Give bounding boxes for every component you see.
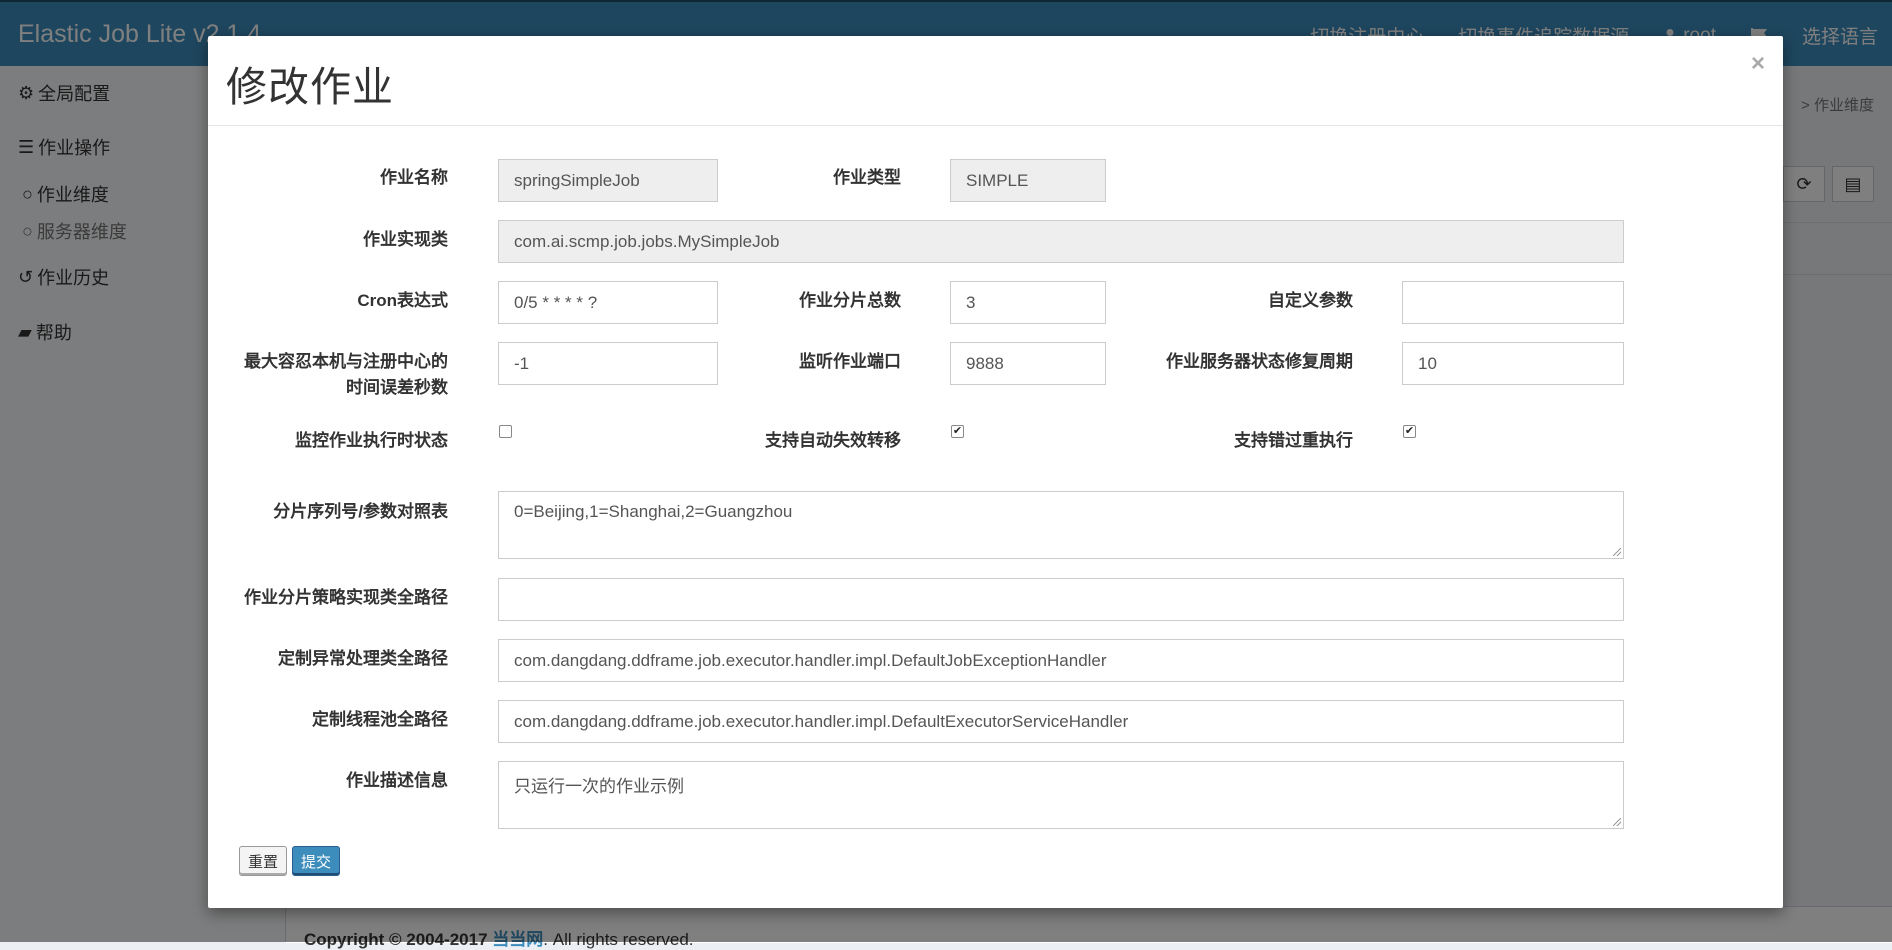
sharding-total-label: 作业分片总数: [799, 291, 901, 310]
monitor-port-label: 监听作业端口: [799, 352, 901, 371]
sharding-params-value: 0=Beijing,1=Shanghai,2=Guangzhou: [514, 502, 793, 521]
job-parameter-label: 自定义参数: [1268, 291, 1353, 310]
job-type-input[interactable]: SIMPLE: [950, 159, 1106, 202]
reset-button[interactable]: 重置: [239, 846, 288, 876]
monitor-execution-label: 监控作业执行时状态: [295, 431, 448, 450]
misfire-checkbox[interactable]: ✔: [1403, 425, 1416, 438]
executor-handler-label: 定制线程池全路径: [312, 710, 448, 729]
failover-label: 支持自动失效转移: [765, 431, 901, 450]
job-class-label: 作业实现类: [363, 230, 448, 249]
sharding-params-label: 分片序列号/参数对照表: [273, 502, 448, 521]
monitor-port-input[interactable]: 9888: [950, 342, 1106, 385]
job-name-input[interactable]: springSimpleJob: [498, 159, 718, 202]
strategy-class-input[interactable]: [498, 578, 1624, 621]
max-time-diff-label-line2: 时间误差秒数: [346, 378, 448, 397]
max-time-diff-label: 最大容忍本机与注册中心的 时间误差秒数: [228, 350, 448, 400]
exception-handler-input[interactable]: com.dangdang.ddframe.job.executor.handle…: [498, 639, 1624, 682]
misfire-label: 支持错过重执行: [1234, 431, 1353, 450]
sharding-params-textarea[interactable]: 0=Beijing,1=Shanghai,2=Guangzhou: [498, 491, 1624, 559]
job-class-input[interactable]: com.ai.scmp.job.jobs.MySimpleJob: [498, 220, 1624, 263]
max-time-diff-label-line1: 最大容忍本机与注册中心的: [244, 352, 448, 371]
failover-checkbox[interactable]: ✔: [951, 425, 964, 438]
close-icon[interactable]: ×: [1751, 50, 1765, 78]
submit-button[interactable]: 提交: [292, 846, 341, 876]
reconcile-interval-label: 作业服务器状态修复周期: [1166, 352, 1353, 371]
job-parameter-input[interactable]: [1402, 281, 1624, 324]
strategy-class-label: 作业分片策略实现类全路径: [244, 588, 448, 607]
sharding-total-input[interactable]: 3: [950, 281, 1106, 324]
edit-job-modal: 修改作业 × 作业名称 springSimpleJob 作业类型 SIMPLE …: [208, 36, 1783, 908]
job-type-label: 作业类型: [833, 168, 901, 187]
exception-handler-label: 定制异常处理类全路径: [278, 649, 448, 668]
modal-title: 修改作业: [226, 63, 394, 111]
job-name-label: 作业名称: [380, 168, 448, 187]
monitor-execution-checkbox[interactable]: [499, 425, 512, 438]
reconcile-interval-input[interactable]: 10: [1402, 342, 1624, 385]
description-value: 只运行一次的作业示例: [514, 777, 684, 796]
modal-header: 修改作业 ×: [208, 36, 1783, 126]
cron-label: Cron表达式: [357, 291, 448, 310]
cron-input[interactable]: 0/5 * * * * ?: [498, 281, 718, 324]
executor-handler-input[interactable]: com.dangdang.ddframe.job.executor.handle…: [498, 700, 1624, 743]
description-label: 作业描述信息: [346, 771, 448, 790]
description-textarea[interactable]: 只运行一次的作业示例: [498, 761, 1624, 829]
max-time-diff-input[interactable]: -1: [498, 342, 718, 385]
